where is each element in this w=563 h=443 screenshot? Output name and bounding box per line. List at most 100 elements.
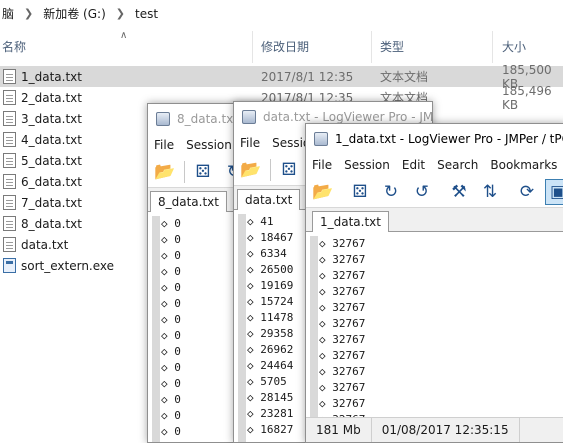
menu-session[interactable]: Session	[344, 158, 390, 172]
log-content[interactable]: ◇ 32767 ◇ 32767 ◇ 32767 ◇ 32767 ◇ 32767 …	[306, 232, 563, 417]
breadcrumb-test-folder[interactable]: test	[133, 7, 160, 21]
log-line: ◇ 0	[161, 297, 181, 310]
tab-8-data[interactable]: 8_data.txt	[150, 191, 227, 213]
window-titlebar[interactable]: 1_data.txt - LogViewer Pro - JMPer / tPO…	[306, 124, 563, 154]
log-line: ◇ 6334	[247, 247, 287, 260]
binoculars-icon[interactable]: ⚄	[190, 159, 216, 185]
log-line: ◇ 32767	[319, 381, 366, 394]
log-line: ◇ 16827	[247, 423, 294, 436]
file-name: 3_data.txt	[21, 111, 82, 126]
log-line: ◇ 24464	[247, 359, 294, 372]
column-divider[interactable]	[371, 31, 372, 63]
undo-icon[interactable]: ↺	[409, 179, 435, 205]
column-header-name[interactable]: 名称	[2, 31, 26, 63]
logviewer-app-icon	[156, 112, 170, 126]
file-name: 1_data.txt	[21, 69, 82, 84]
toolbar: 📂 ⚄ ↻ ↺ ⚒ ⇅ ⟳ ▣	[306, 176, 563, 208]
text-file-icon	[3, 174, 16, 189]
status-bar: 181 Mb 01/08/2017 12:35:15	[306, 417, 563, 442]
log-line: ◇ 32767	[319, 237, 366, 250]
file-name: 4_data.txt	[21, 132, 82, 147]
log-line: ◇ 32767	[319, 253, 366, 266]
window-title: data.txt - LogViewer Pro - JMPer / tPORt	[263, 110, 433, 124]
log-line: ◇ 26962	[247, 343, 294, 356]
log-line: ◇ 0	[161, 329, 181, 342]
sort-ascending-icon: ∧	[120, 30, 128, 41]
log-line: ◇ 32767	[319, 301, 366, 314]
settings-tools-icon[interactable]: ⚒	[446, 179, 472, 205]
log-line: ◇ 26500	[247, 263, 294, 276]
column-divider[interactable]	[492, 31, 493, 63]
bookmark-gutter[interactable]	[310, 236, 318, 417]
menu-file[interactable]: File	[240, 136, 260, 150]
chevron-right-icon[interactable]: ❯	[16, 7, 41, 20]
refresh-file-icon[interactable]: ⇅	[477, 179, 503, 205]
tab-strip: 1_data.txt	[306, 208, 563, 233]
log-lines: ◇ 0 ◇ 0 ◇ 0 ◇ 0 ◇ 0 ◇ 0 ◇ 0 ◇ 0 ◇ 0 ◇ 0 …	[161, 216, 181, 440]
log-line: ◇ 32767	[319, 317, 366, 330]
text-file-icon	[3, 237, 16, 252]
log-line: ◇ 0	[161, 377, 181, 390]
open-folder-icon[interactable]: 📂	[152, 159, 178, 185]
text-file-icon	[3, 195, 16, 210]
log-line: ◇ 0	[161, 217, 181, 230]
toolbar-separator	[270, 158, 271, 181]
text-file-icon	[3, 132, 16, 147]
column-header-size[interactable]: 大小	[502, 31, 526, 63]
tab-data[interactable]: data.txt	[237, 189, 301, 211]
window-title: 8_data.txt	[177, 112, 238, 126]
text-file-icon	[3, 69, 16, 84]
tab-1-data[interactable]: 1_data.txt	[312, 211, 389, 233]
chevron-right-icon[interactable]: ❯	[108, 7, 133, 20]
log-line: ◇ 0	[161, 249, 181, 262]
breadcrumb-drive-g[interactable]: 新加卷 (G:)	[41, 5, 108, 22]
log-line: ◇ 32767	[319, 365, 366, 378]
log-lines: ◇ 41 ◇ 18467 ◇ 6334 ◇ 26500 ◇ 19169 ◇ 15…	[247, 214, 293, 438]
redo-icon[interactable]: ↻	[378, 179, 404, 205]
menu-search[interactable]: Search	[437, 158, 478, 172]
column-header-date[interactable]: 修改日期	[261, 31, 309, 63]
logviewer-app-icon	[242, 110, 256, 124]
log-line: ◇ 5705	[247, 375, 287, 388]
menu-session[interactable]: Session	[186, 138, 232, 152]
log-line: ◇ 0	[161, 281, 181, 294]
breadcrumb: 脑 ❯ 新加卷 (G:) ❯ test	[0, 0, 563, 27]
log-line: ◇ 32767	[319, 349, 366, 362]
text-file-icon	[3, 153, 16, 168]
log-line: ◇ 32767	[319, 285, 366, 298]
file-name: 2_data.txt	[21, 90, 82, 105]
text-file-icon	[3, 216, 16, 231]
log-lines: ◇ 32767 ◇ 32767 ◇ 32767 ◇ 32767 ◇ 32767 …	[319, 236, 365, 417]
logviewer-window-1-data[interactable]: 1_data.txt - LogViewer Pro - JMPer / tPO…	[305, 123, 563, 443]
menu-bookmarks[interactable]: Bookmarks	[490, 158, 557, 172]
log-line: ◇ 41	[247, 215, 274, 228]
log-line: ◇ 19169	[247, 279, 294, 292]
log-line: ◇ 0	[161, 409, 181, 422]
log-line: ◇ 18467	[247, 231, 294, 244]
menu-file[interactable]: File	[154, 138, 174, 152]
breadcrumb-computer[interactable]: 脑	[0, 5, 16, 22]
bookmark-gutter[interactable]	[238, 214, 246, 442]
menu-file[interactable]: File	[312, 158, 332, 172]
open-folder-icon[interactable]: 📂	[238, 157, 264, 183]
menu-edit[interactable]: Edit	[402, 158, 425, 172]
image-view-icon[interactable]: ▣	[545, 178, 563, 205]
file-name: 8_data.txt	[21, 216, 82, 231]
text-file-icon	[3, 111, 16, 126]
bookmark-gutter[interactable]	[152, 216, 160, 442]
file-date: 2017/8/1 12:35	[261, 69, 354, 84]
file-row[interactable]: 1_data.txt 2017/8/1 12:35 文本文档 185,500 K…	[0, 63, 563, 91]
log-line: ◇ 32767	[319, 269, 366, 282]
log-line: ◇ 0	[161, 425, 181, 438]
toolbar-separator	[184, 160, 185, 183]
file-name: sort_extern.exe	[21, 258, 115, 273]
open-folder-icon[interactable]: 📂	[310, 179, 336, 205]
column-divider[interactable]	[252, 31, 253, 63]
reload-icon[interactable]: ⟳	[514, 179, 540, 205]
log-line: ◇ 0	[161, 361, 181, 374]
executable-icon	[3, 258, 16, 273]
binoculars-icon[interactable]: ⚄	[347, 179, 373, 205]
column-header-type[interactable]: 类型	[380, 31, 404, 63]
binoculars-icon[interactable]: ⚄	[276, 157, 302, 183]
log-line: ◇ 0	[161, 345, 181, 358]
